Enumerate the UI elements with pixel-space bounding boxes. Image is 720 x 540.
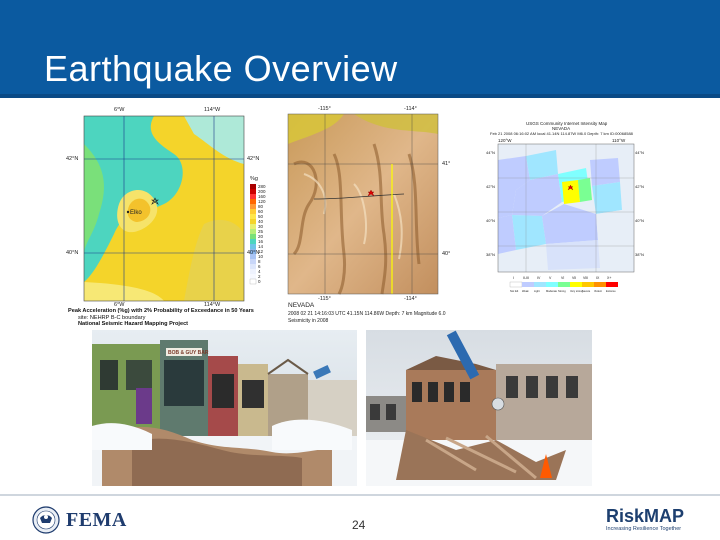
intensity-lat-right-4: 38°N xyxy=(635,252,644,257)
damage-photo-storefronts: BOB & GUY BAR xyxy=(92,330,357,486)
intensity-header-3: Feb 21 2008 06:16:02 AM local 41.14N 114… xyxy=(490,131,633,136)
hazard-lat-lower-left: 40°N xyxy=(66,250,79,256)
riskmap-logo-risk: Risk xyxy=(606,506,645,526)
community-intensity-map: USGS Community Internet Intensity Map NE… xyxy=(486,120,646,300)
intensity-lat-right-1: 44°N xyxy=(635,150,644,155)
intensity-lat-left-2: 42°N xyxy=(486,184,495,189)
hazard-legend xyxy=(249,184,257,285)
hazard-legend-unit: %g xyxy=(250,176,258,182)
page-number: 24 xyxy=(352,518,366,532)
fema-logo-text: FEMA xyxy=(66,509,127,531)
seismic-hazard-map-graphic xyxy=(83,115,257,302)
damage-photo-collapse xyxy=(366,330,592,486)
hazard-caption-3: National Seismic Hazard Mapping Project xyxy=(78,321,189,327)
dhs-seal-icon xyxy=(32,506,60,534)
relief-lat-upper: 41° xyxy=(442,161,451,167)
relief-region-label: NEVADA xyxy=(288,302,315,309)
footer-divider xyxy=(0,494,720,496)
intensity-lat-right-2: 42°N xyxy=(635,184,644,189)
relief-top-lon-left: -115° xyxy=(318,106,331,112)
relief-bottom-lon-left: -115° xyxy=(318,296,331,302)
hazard-top-right-lon: 114°W xyxy=(204,107,221,113)
intensity-top-lon-right: 110°W xyxy=(612,138,626,143)
intensity-lat-left-3: 40°N xyxy=(486,218,495,223)
hazard-city-label: Elko xyxy=(130,210,142,216)
intensity-lat-left-4: 38°N xyxy=(486,252,495,257)
intensity-lat-left-1: 44°N xyxy=(486,150,495,155)
hazard-caption: Peak Acceleration (%g) with 2% Probabili… xyxy=(68,308,254,314)
storefront-photo-graphic xyxy=(92,330,357,486)
seismic-hazard-map: 6°W 114°W 42°N 42°N 40°N 40°N 6°W 114°W … xyxy=(64,104,280,327)
title-bar-underline xyxy=(0,94,720,98)
relief-top-lon-right: -114° xyxy=(404,106,417,112)
relief-caption-2: Seismicity in 2008 xyxy=(288,318,329,324)
riskmap-logo: RiskMAP xyxy=(606,506,684,527)
relief-caption-1: 2008 02 21 14:16:03 UTC 41.15N 114.86W D… xyxy=(288,311,446,317)
relief-lat-lower: 40° xyxy=(442,251,451,257)
hazard-lat-upper-right: 42°N xyxy=(247,156,260,162)
intensity-scale xyxy=(509,281,618,288)
intensity-lat-right-3: 40°N xyxy=(635,218,644,223)
slide-title: Earthquake Overview xyxy=(44,48,398,89)
intensity-map-graphic xyxy=(497,143,635,288)
riskmap-tagline: Increasing Resilience Together xyxy=(606,526,682,532)
bar-sign-label: BOB & GUY BAR xyxy=(168,350,209,356)
shaded-relief-graphic xyxy=(287,113,439,295)
hazard-lat-upper-left: 42°N xyxy=(66,156,79,162)
hazard-top-left-lon: 6°W xyxy=(114,107,125,113)
collapse-photo-graphic xyxy=(366,330,592,486)
riskmap-logo-map: MAP xyxy=(644,506,685,526)
intensity-top-lon-left: 120°W xyxy=(498,138,512,143)
relief-bottom-lon-right: -114° xyxy=(404,296,417,302)
shaded-relief-map: -115° -114° 41° 40° -115° -114° NEVADA 2… xyxy=(284,104,454,327)
